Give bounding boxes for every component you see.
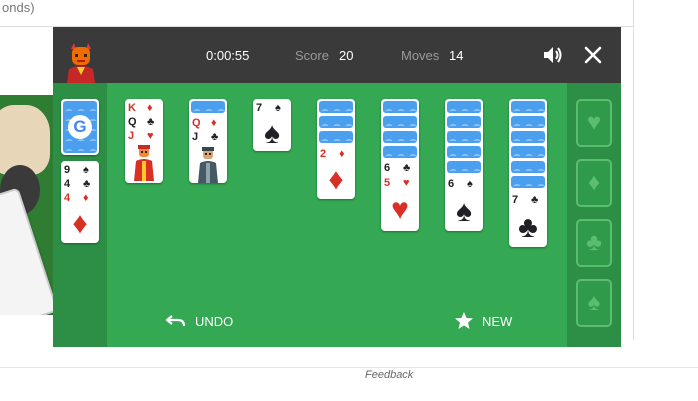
moves-label: Moves [401, 48, 440, 63]
card-rank: 7 [256, 102, 263, 114]
diamond-icon: ♦ [83, 192, 89, 204]
spade-icon: ♠ [83, 164, 89, 176]
speaker-icon[interactable] [541, 43, 565, 67]
card-rank: Q [192, 117, 201, 129]
tableau-pile-7[interactable]: 7 ♣ ♣ [509, 99, 547, 247]
card-rank: 4 [64, 178, 71, 190]
close-icon[interactable] [581, 43, 605, 67]
card-back [383, 116, 417, 128]
card-back [447, 161, 481, 173]
foundation-diamonds[interactable]: ♦ [576, 159, 612, 207]
card-rank: K [128, 102, 136, 114]
foundation-clubs[interactable]: ♣ [576, 219, 612, 267]
card-rank: 6 [384, 162, 391, 174]
card-rank: 9 [64, 164, 71, 176]
card-rank: 4 [64, 192, 71, 204]
spade-icon: ♠ [264, 117, 280, 150]
card-back [383, 131, 417, 143]
card-back [383, 146, 417, 158]
devil-avatar-icon [67, 43, 95, 83]
club-icon: ♣ [531, 194, 539, 206]
foundation-column: ♥ ♦ ♣ ♠ [567, 83, 621, 347]
tableau-pile-1[interactable]: K ♦ Q ♣ J ♥ [125, 99, 163, 183]
jack-black-face-icon [198, 147, 218, 183]
card-back [319, 131, 353, 143]
solitaire-game: 0:00:55 Score 20 Moves 14 G 9 ♠ 4 ♣ 4 ♦ … [53, 27, 621, 347]
card-back [511, 161, 545, 173]
star-icon [455, 312, 473, 329]
diamond-icon: ♦ [72, 207, 88, 240]
undo-button[interactable]: UNDO [165, 311, 233, 331]
background-divider-vertical [633, 0, 634, 340]
card-back [511, 146, 545, 158]
background-game-preview [0, 95, 53, 315]
score-value: 20 [339, 48, 354, 63]
tableau-pile-6[interactable]: 6 ♠ ♠ [445, 99, 483, 231]
game-topbar: 0:00:55 Score 20 Moves 14 [53, 27, 621, 83]
club-icon: ♣ [518, 211, 538, 244]
heart-icon: ♥ [403, 177, 410, 189]
diamond-icon: ♦ [339, 148, 345, 160]
tableau-pile-4[interactable]: 2 ♦ ♦ [317, 99, 355, 199]
card-back [447, 101, 481, 113]
stock-pile[interactable]: G [61, 99, 99, 155]
card-back [319, 101, 353, 113]
card-back [447, 116, 481, 128]
foundation-spades[interactable]: ♠ [576, 279, 612, 327]
stock-column: G 9 ♠ 4 ♣ 4 ♦ ♦ [53, 83, 107, 347]
spade-icon: ♠ [587, 289, 601, 316]
club-icon: ♣ [586, 229, 602, 256]
undo-label: UNDO [195, 313, 234, 329]
diamond-icon: ♦ [211, 117, 217, 129]
heart-icon: ♥ [391, 193, 409, 226]
card-back [319, 116, 353, 128]
spade-icon: ♠ [275, 102, 281, 114]
spade-icon: ♠ [456, 195, 472, 228]
card-rank: Q [128, 116, 137, 128]
tableau-pile-3[interactable]: 7 ♠ ♠ [253, 99, 291, 151]
moves-value: 14 [449, 48, 464, 63]
card-back [511, 176, 545, 188]
foundation-hearts[interactable]: ♥ [576, 99, 612, 147]
card-rank: 2 [320, 148, 327, 160]
timer: 0:00:55 [206, 48, 250, 63]
jack-red-face-icon [134, 145, 154, 181]
tableau-pile-2[interactable]: Q ♦ J ♣ [189, 99, 227, 183]
heart-icon: ♥ [586, 109, 602, 136]
heart-icon: ♥ [147, 130, 154, 142]
waste-pile[interactable]: 9 ♠ 4 ♣ 4 ♦ ♦ [61, 161, 99, 243]
club-icon: ♣ [147, 116, 155, 128]
spade-icon: ♠ [467, 178, 473, 190]
score-label: Score [295, 48, 329, 63]
card-rank: 6 [448, 178, 455, 190]
card-back [511, 116, 545, 128]
background-snippet-text: onds) [2, 0, 35, 15]
card-back [383, 101, 417, 113]
club-icon: ♣ [83, 178, 91, 190]
google-logo-icon: G [68, 115, 92, 139]
game-board: G 9 ♠ 4 ♣ 4 ♦ ♦ K ♦ Q ♣ J ♥ Q ♦ J ♣ 7 ♠ … [53, 83, 621, 347]
card-back [511, 101, 545, 113]
card-back [447, 131, 481, 143]
diamond-icon: ♦ [587, 169, 601, 196]
card-rank: 5 [384, 177, 391, 189]
new-game-label: NEW [482, 313, 513, 329]
club-icon: ♣ [211, 131, 219, 143]
card-back [191, 101, 225, 113]
diamond-icon: ♦ [328, 163, 344, 196]
card-back [511, 131, 545, 143]
background-divider-bottom [0, 367, 698, 368]
tableau-pile-5[interactable]: 6 ♣ 5 ♥ ♥ [381, 99, 419, 231]
card-back [447, 146, 481, 158]
new-game-button[interactable]: NEW [454, 311, 512, 331]
diamond-icon: ♦ [147, 102, 153, 114]
club-icon: ♣ [403, 162, 411, 174]
card-rank: 7 [512, 194, 519, 206]
undo-icon [165, 315, 186, 327]
card-rank: J [128, 130, 135, 142]
dog-illustration [0, 105, 50, 175]
feedback-link[interactable]: Feedback [365, 369, 413, 381]
card-rank: J [192, 131, 199, 143]
